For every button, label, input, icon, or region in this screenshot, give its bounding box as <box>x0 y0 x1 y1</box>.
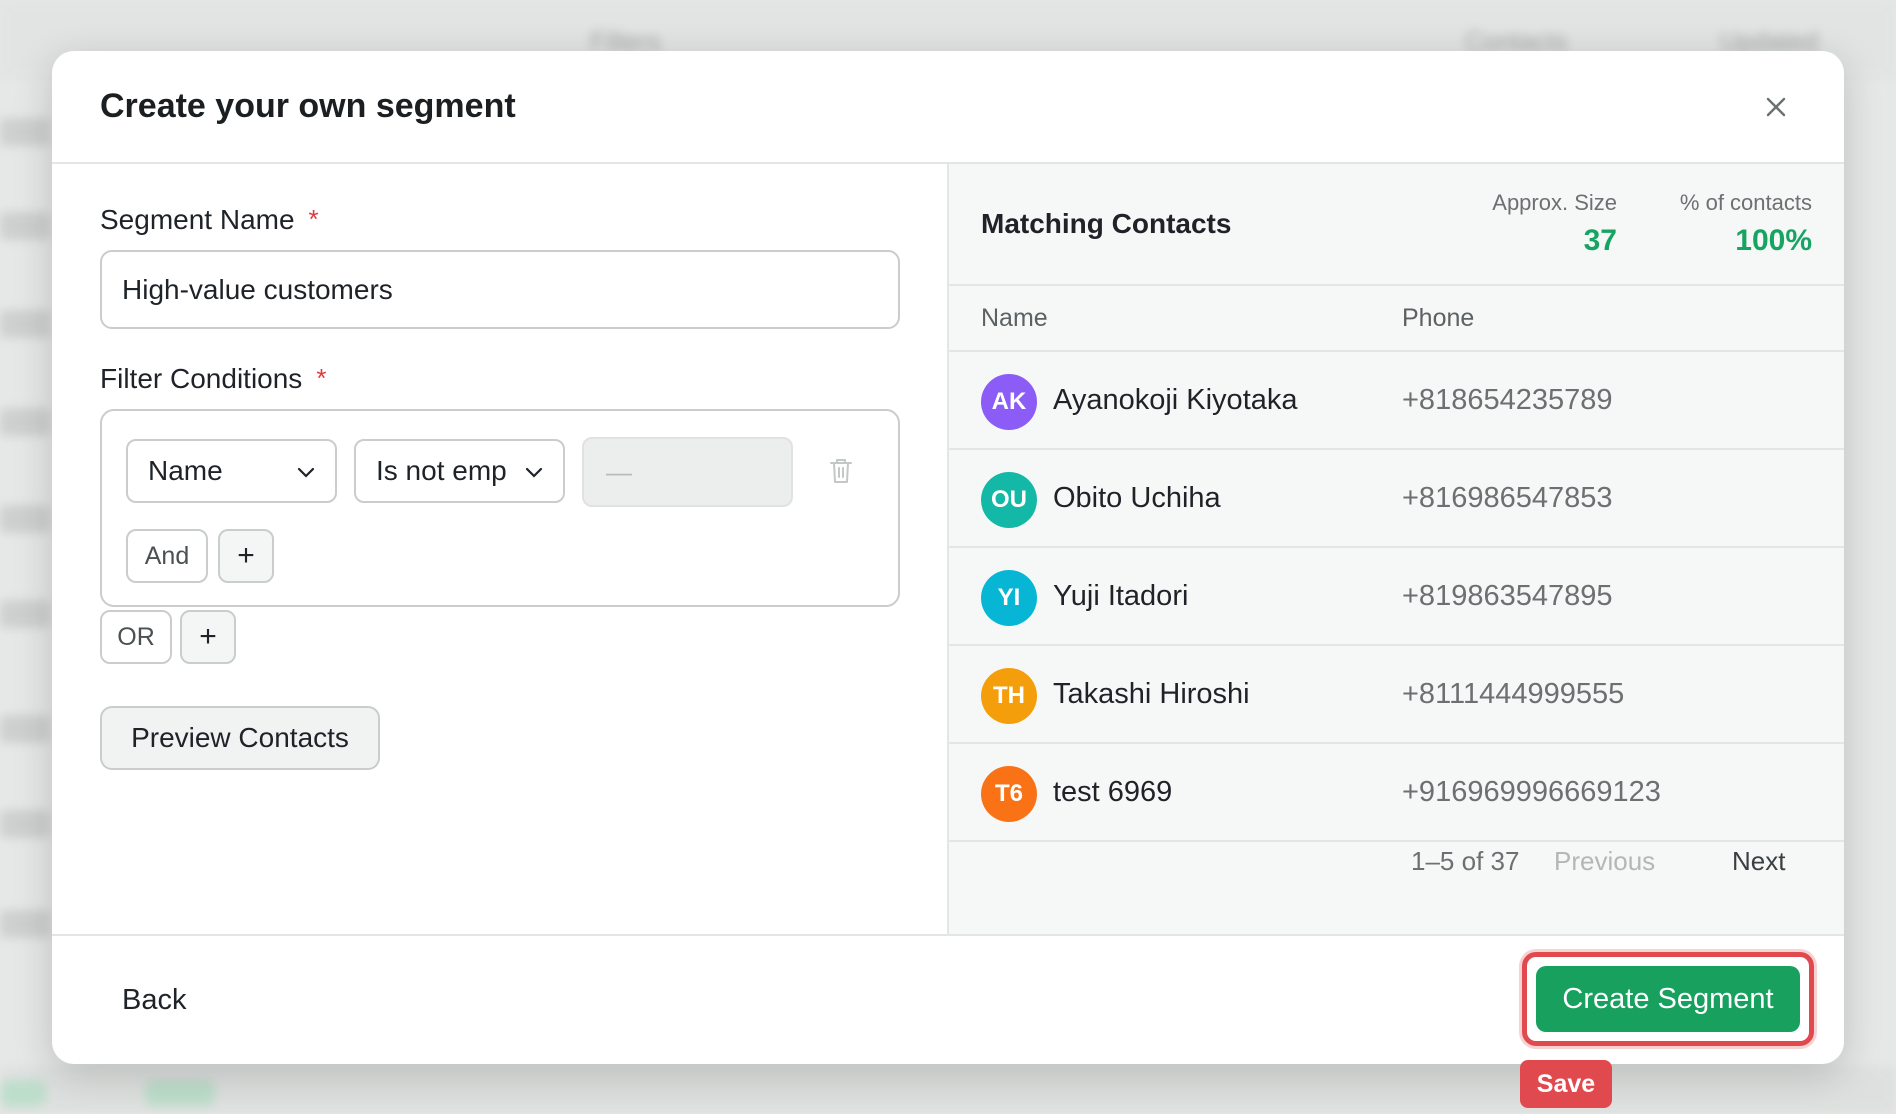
close-icon <box>1766 97 1786 116</box>
contact-name: test 6969 <box>1053 776 1173 808</box>
avatar: OU <box>981 472 1037 528</box>
preview-contacts-button[interactable]: Preview Contacts <box>100 706 380 770</box>
filter-conditions-label: Filter Conditions * <box>100 363 327 394</box>
contact-phone: +818654235789 <box>1402 384 1613 416</box>
avatar: T6 <box>981 766 1037 822</box>
trash-icon <box>830 459 852 483</box>
modal-header: Create your own segment <box>52 51 1844 164</box>
and-button[interactable]: And <box>126 529 208 583</box>
next-page-button[interactable]: Next <box>1732 846 1785 877</box>
avatar: TH <box>981 668 1037 724</box>
contact-name: Takashi Hiroshi <box>1053 678 1250 710</box>
chevron-down-icon <box>525 467 543 478</box>
segment-form: Segment Name * High-value customers Filt… <box>52 164 949 934</box>
modal-title: Create your own segment <box>100 87 516 125</box>
modal-footer: Back Create Segment <box>52 934 1844 1064</box>
create-segment-modal: Create your own segment Segment Name * H… <box>52 51 1844 1064</box>
field-select[interactable]: Name <box>126 439 337 503</box>
matching-contacts-header: Matching Contacts Approx. Size 37 % of c… <box>949 164 1844 286</box>
pagination-range: 1–5 of 37 <box>1411 846 1520 876</box>
contact-phone: +8111444999555 <box>1402 678 1625 710</box>
contact-phone: +916969996669123 <box>1402 776 1661 808</box>
modal-body: Segment Name * High-value customers Filt… <box>52 164 1844 934</box>
matching-contacts-panel: Matching Contacts Approx. Size 37 % of c… <box>949 164 1844 934</box>
add-or-group-button[interactable]: + <box>180 610 236 664</box>
table-header: Name Phone <box>949 286 1844 352</box>
column-header-name: Name <box>981 304 1048 332</box>
table-row: OU Obito Uchiha +816986547853 <box>949 450 1844 548</box>
close-button[interactable] <box>1756 87 1796 127</box>
or-button[interactable]: OR <box>100 610 172 664</box>
plus-icon: + <box>199 620 217 653</box>
operator-select[interactable]: Is not emp <box>354 439 565 503</box>
contact-name: Ayanokoji Kiyotaka <box>1053 384 1298 416</box>
back-button[interactable]: Back <box>122 984 186 1017</box>
contact-name: Yuji Itadori <box>1053 580 1189 612</box>
table-row: TH Takashi Hiroshi +8111444999555 <box>949 646 1844 744</box>
condition-value-input: — <box>582 437 793 507</box>
percent-contacts-stat: % of contacts 100% <box>1679 190 1812 257</box>
plus-icon: + <box>237 539 255 572</box>
table-row: YI Yuji Itadori +819863547895 <box>949 548 1844 646</box>
approx-size-value: 37 <box>1583 224 1617 257</box>
required-mark: * <box>308 204 319 234</box>
contact-phone: +819863547895 <box>1402 580 1613 612</box>
table-row: AK Ayanokoji Kiyotaka +818654235789 <box>949 352 1844 450</box>
segment-name-input[interactable]: High-value customers <box>100 250 900 329</box>
segment-name-label: Segment Name * <box>100 204 319 235</box>
column-header-phone: Phone <box>1402 304 1475 332</box>
contact-phone: +816986547853 <box>1402 482 1613 514</box>
avatar: AK <box>981 374 1037 430</box>
add-and-condition-button[interactable]: + <box>218 529 274 583</box>
approx-size-stat: Approx. Size 37 <box>1492 190 1617 257</box>
chevron-down-icon <box>297 467 315 478</box>
save-annotation-badge: Save <box>1520 1060 1612 1108</box>
delete-condition-button[interactable] <box>828 457 854 490</box>
table-row: T6 test 6969 +916969996669123 <box>949 744 1844 842</box>
pagination: 1–5 of 37 Previous Next <box>949 846 1844 906</box>
required-mark: * <box>316 363 327 393</box>
contact-name: Obito Uchiha <box>1053 482 1221 514</box>
contacts-table-body: AK Ayanokoji Kiyotaka +818654235789 OU O… <box>949 352 1844 842</box>
avatar: YI <box>981 570 1037 626</box>
filter-group: Name Is not emp — And + <box>100 409 900 607</box>
previous-page-button[interactable]: Previous <box>1554 846 1655 877</box>
create-segment-button[interactable]: Create Segment <box>1536 966 1800 1032</box>
matching-contacts-title: Matching Contacts <box>981 208 1232 239</box>
percent-contacts-value: 100% <box>1735 224 1812 257</box>
